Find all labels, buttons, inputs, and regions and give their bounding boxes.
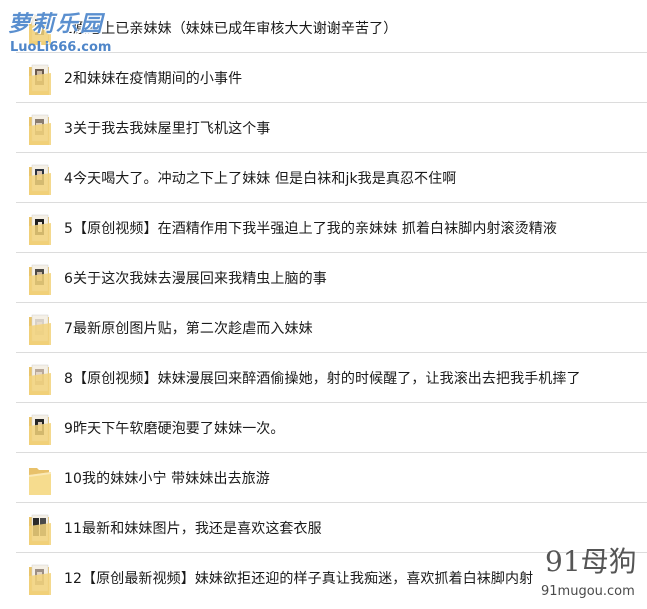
watermark-logo-text: 91母狗 <box>545 545 637 578</box>
folder-thumbnail-icon <box>29 264 51 295</box>
list-item[interactable]: 5【原创视频】在酒精作用下我半强迫上了我的亲妹妹 抓着白袜脚内射滚烫精液 <box>16 204 647 253</box>
list-item[interactable]: 7最新原创图片贴，第二次趁虐而入妹妹 <box>16 304 647 353</box>
site-watermark-top-left: 萝莉乐园 LuoLi666.com <box>8 6 118 62</box>
item-label: 12【原创最新视频】妹妹欲拒还迎的样子真让我痴迷，喜欢抓着白袜脚内射 <box>64 571 534 587</box>
folder-thumbnail-icon <box>29 364 51 395</box>
item-label: 8【原创视频】妹妹漫展回来醉酒偷操她，射的时候醒了，让我滚出去把我手机摔了 <box>64 371 581 387</box>
list-item[interactable]: 4今天喝大了。冲动之下上了妹妹 但是白袜和jk我是真忍不住啊 <box>16 154 647 203</box>
item-label: 10我的妹妹小宁 带妹妹出去旅游 <box>64 471 270 487</box>
watermark-url: LuoLi666.com <box>10 40 112 55</box>
list-item[interactable]: 9昨天下午软磨硬泡要了妹妹一次。 <box>16 404 647 453</box>
folder-thumbnail-icon <box>29 414 51 445</box>
site-watermark-bottom-right: 91母狗 91mugou.com <box>505 540 643 606</box>
folder-thumbnail-icon <box>29 314 51 345</box>
folder-thumbnail-icon <box>29 64 51 95</box>
item-label: 11最新和妹妹图片，我还是喜欢这套衣服 <box>64 521 322 537</box>
watermark-url: 91mugou.com <box>541 584 635 599</box>
list-item[interactable]: 3关于我去我妹屋里打飞机这个事 <box>16 104 647 153</box>
folder-thumbnail-icon <box>29 514 51 545</box>
folder-thumbnail-icon <box>29 564 51 595</box>
folder-thumbnail-icon <box>29 164 51 195</box>
item-label: 6关于这次我妹去漫展回来我精虫上脑的事 <box>64 271 327 287</box>
folder-icon <box>29 468 51 495</box>
folder-thumbnail-icon <box>29 114 51 145</box>
item-label: 4今天喝大了。冲动之下上了妹妹 但是白袜和jk我是真忍不住啊 <box>64 171 457 187</box>
item-label: 5【原创视频】在酒精作用下我半强迫上了我的亲妹妹 抓着白袜脚内射滚烫精液 <box>64 221 557 237</box>
folder-thumbnail-icon <box>29 214 51 245</box>
item-label: 7最新原创图片贴，第二次趁虐而入妹妹 <box>64 321 313 337</box>
item-label: 3关于我去我妹屋里打飞机这个事 <box>64 121 271 137</box>
item-label: 2和妹妹在疫情期间的小事件 <box>64 71 243 87</box>
item-label: 9昨天下午软磨硬泡要了妹妹一次。 <box>64 421 285 437</box>
list-item[interactable]: 6关于这次我妹去漫展回来我精虫上脑的事 <box>16 254 647 303</box>
list-item[interactable]: 8【原创视频】妹妹漫展回来醉酒偷操她，射的时候醒了，让我滚出去把我手机摔了 <box>16 354 647 403</box>
watermark-logo-text: 萝莉乐园 <box>8 11 105 37</box>
list-item[interactable]: 10我的妹妹小宁 带妹妹出去旅游 <box>16 454 647 503</box>
